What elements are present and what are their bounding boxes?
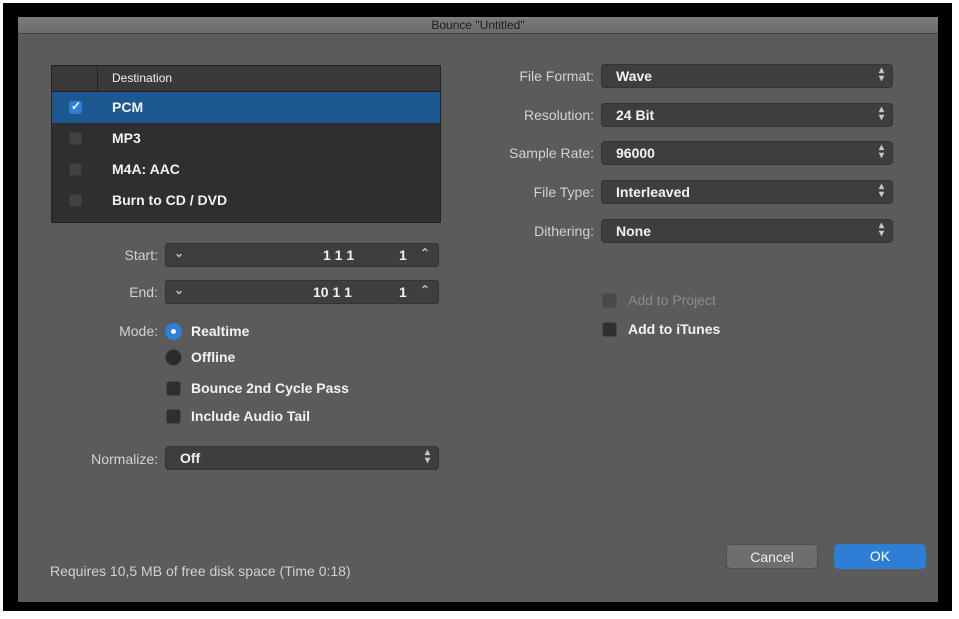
normalize-label: Normalize: xyxy=(91,451,158,467)
destination-column-title: Destination xyxy=(112,71,173,85)
chevron-up-icon[interactable]: ⌃ xyxy=(420,246,430,260)
updown-chevron-icon: ▴ ▾ xyxy=(878,181,884,200)
start-label: Start: xyxy=(124,247,158,263)
updown-chevron-icon: ▴ ▾ xyxy=(878,142,884,161)
start-tick: 1 xyxy=(399,247,407,263)
m4a-checkbox[interactable] xyxy=(69,163,82,176)
destination-label: Burn to CD / DVD xyxy=(112,192,228,208)
realtime-radio[interactable] xyxy=(165,323,182,340)
mode-label: Mode: xyxy=(119,323,158,339)
destination-row-pcm[interactable]: ✓ PCM xyxy=(52,92,440,123)
updown-chevron-icon: ▴ ▾ xyxy=(424,447,430,466)
disk-space-status: Requires 10,5 MB of free disk space (Tim… xyxy=(50,563,351,579)
end-value: 10 1 1 xyxy=(313,284,352,300)
file-format-value: Wave xyxy=(616,68,653,84)
end-label: End: xyxy=(129,284,158,300)
normalize-value: Off xyxy=(180,450,201,466)
pcm-checkbox[interactable]: ✓ xyxy=(69,99,82,114)
normalize-popup[interactable]: Off ▴ ▾ xyxy=(165,446,439,470)
file-format-popup[interactable]: Wave ▴ ▾ xyxy=(601,64,893,88)
sample-rate-label: Sample Rate: xyxy=(509,145,594,161)
destination-row-mp3[interactable]: MP3 xyxy=(52,123,440,154)
start-position-field[interactable]: ⌄ 1 1 1 1 ⌃ xyxy=(165,243,439,267)
destination-label: PCM xyxy=(112,99,144,115)
mp3-checkbox[interactable] xyxy=(69,132,82,145)
column-divider xyxy=(97,66,98,91)
add-to-itunes-checkbox[interactable] xyxy=(602,322,617,337)
bounce-2nd-cycle-label: Bounce 2nd Cycle Pass xyxy=(191,380,349,396)
chevron-down-icon[interactable]: ⌄ xyxy=(174,283,184,297)
end-tick: 1 xyxy=(399,284,407,300)
resolution-value: 24 Bit xyxy=(616,107,655,123)
chevron-up-icon[interactable]: ⌃ xyxy=(420,283,430,297)
chevron-down-icon[interactable]: ⌄ xyxy=(174,246,184,260)
file-type-value: Interleaved xyxy=(616,184,690,200)
updown-chevron-icon: ▴ ▾ xyxy=(878,104,884,123)
file-type-popup[interactable]: Interleaved ▴ ▾ xyxy=(601,180,893,204)
bounce-2nd-cycle-checkbox[interactable] xyxy=(166,381,181,396)
checkmark-icon: ✓ xyxy=(71,99,82,113)
end-position-field[interactable]: ⌄ 10 1 1 1 ⌃ xyxy=(165,280,439,304)
file-type-label: File Type: xyxy=(533,184,594,200)
include-audio-tail-label: Include Audio Tail xyxy=(191,408,310,424)
offline-radio[interactable] xyxy=(165,349,182,366)
burn-checkbox[interactable] xyxy=(69,194,82,207)
realtime-label: Realtime xyxy=(191,323,250,339)
dithering-label: Dithering: xyxy=(534,223,594,239)
file-format-label: File Format: xyxy=(519,68,594,84)
include-audio-tail-checkbox[interactable] xyxy=(166,409,181,424)
destination-header: Destination xyxy=(52,66,440,92)
dithering-value: None xyxy=(616,223,651,239)
updown-chevron-icon: ▴ ▾ xyxy=(878,65,884,84)
sample-rate-value: 96000 xyxy=(616,145,655,161)
add-to-project-checkbox[interactable] xyxy=(602,293,617,308)
resolution-popup[interactable]: 24 Bit ▴ ▾ xyxy=(601,103,893,127)
resolution-label: Resolution: xyxy=(523,107,594,123)
add-to-project-label: Add to Project xyxy=(628,292,716,308)
add-to-itunes-label: Add to iTunes xyxy=(628,321,721,337)
destination-table[interactable]: Destination ✓ PCM MP3 M4A: AAC Burn to C… xyxy=(51,65,441,223)
window-title: Bounce "Untitled" xyxy=(18,17,938,34)
updown-chevron-icon: ▴ ▾ xyxy=(878,220,884,239)
cancel-button[interactable]: Cancel xyxy=(726,544,818,569)
destination-row-m4a[interactable]: M4A: AAC xyxy=(52,154,440,185)
destination-label: M4A: AAC xyxy=(112,161,180,177)
offline-label: Offline xyxy=(191,349,236,365)
ok-button[interactable]: OK xyxy=(834,544,926,569)
destination-label: MP3 xyxy=(112,130,141,146)
start-value: 1 1 1 xyxy=(323,247,355,263)
destination-row-burn[interactable]: Burn to CD / DVD xyxy=(52,185,440,216)
dithering-popup[interactable]: None ▴ ▾ xyxy=(601,219,893,243)
bounce-dialog: Bounce "Untitled" Destination ✓ PCM MP3 … xyxy=(18,17,938,602)
sample-rate-popup[interactable]: 96000 ▴ ▾ xyxy=(601,141,893,165)
